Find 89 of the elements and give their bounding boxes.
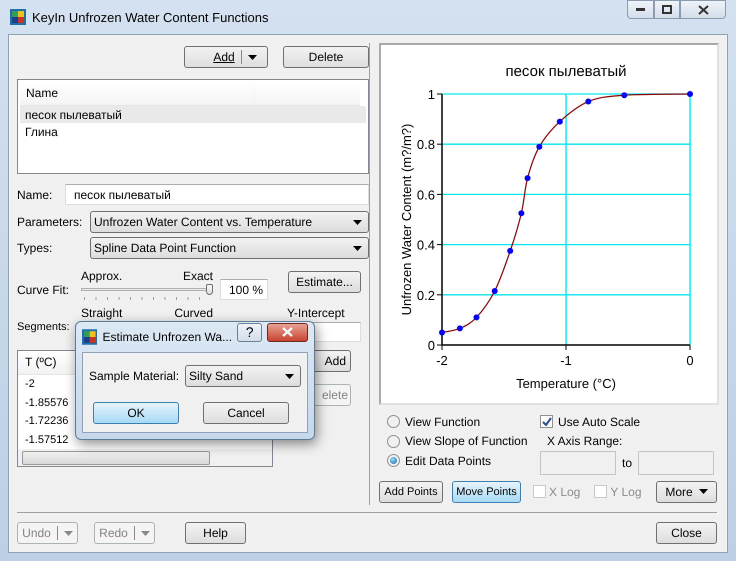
caret-icon xyxy=(698,489,708,494)
curve-fit-slider[interactable] xyxy=(81,284,213,302)
data-point[interactable] xyxy=(439,329,445,336)
data-point[interactable] xyxy=(507,248,514,254)
data-point[interactable] xyxy=(492,288,498,294)
tick-label: -2 xyxy=(436,353,448,368)
data-point[interactable] xyxy=(585,98,592,105)
app-icon xyxy=(10,9,26,25)
caret-icon xyxy=(248,54,257,60)
caret-icon xyxy=(353,220,362,224)
tick-label: 0.6 xyxy=(416,187,435,202)
tick-label: 0.2 xyxy=(416,288,435,303)
radio-button[interactable] xyxy=(387,434,400,448)
window-title: KeyIn Unfrozen Water Content Functions xyxy=(32,10,269,24)
cancel-button[interactable]: Cancel xyxy=(203,402,289,424)
field-label: Y-Intercept xyxy=(287,306,346,320)
close-icon[interactable] xyxy=(267,322,308,342)
mode-button[interactable]: Move Points xyxy=(452,480,521,502)
tick-label: 0 xyxy=(428,338,435,353)
data-point[interactable] xyxy=(473,314,480,320)
maximize-icon[interactable] xyxy=(654,0,680,19)
field-label: X Axis Range: xyxy=(547,434,624,448)
slider-label: Curved xyxy=(174,306,213,320)
data-point[interactable] xyxy=(518,210,524,216)
dialog-title: Estimate Unfrozen Wa... xyxy=(102,330,232,344)
field-label: Segments: xyxy=(17,321,71,333)
name-field[interactable]: песок пылеватый xyxy=(65,184,369,205)
data-point[interactable] xyxy=(556,118,563,125)
help-button[interactable]: Help xyxy=(185,522,246,544)
checkbox[interactable] xyxy=(540,415,553,428)
range-field[interactable] xyxy=(540,450,616,474)
close-icon[interactable] xyxy=(680,0,726,19)
data-point[interactable] xyxy=(524,175,531,182)
types-dropdown[interactable]: Spline Data Point Function xyxy=(90,237,369,259)
field-label: Types: xyxy=(17,241,54,255)
minimize-icon[interactable] xyxy=(627,0,654,19)
option-label: Edit Data Points xyxy=(405,454,492,468)
list-item[interactable]: Глина xyxy=(20,123,366,140)
field-label: to xyxy=(622,456,632,470)
delete-button[interactable]: Delete xyxy=(283,46,369,68)
mode-button[interactable]: Add Points xyxy=(379,480,443,502)
tick-label: 1 xyxy=(428,87,435,102)
option-label: Use Auto Scale xyxy=(558,414,640,429)
sample-material-dropdown[interactable]: Silty Sand xyxy=(185,365,302,387)
data-point[interactable] xyxy=(687,91,693,97)
chart-title: песок пылеватый xyxy=(505,63,627,80)
radio-button[interactable] xyxy=(387,415,400,428)
table-cell-text: -1.85576 xyxy=(25,396,68,411)
data-point[interactable] xyxy=(456,325,463,332)
more-button[interactable]: More xyxy=(656,480,717,502)
tick-label: 0.4 xyxy=(416,238,435,253)
caret-icon xyxy=(353,246,362,250)
slider-label: Approx. xyxy=(81,269,122,283)
tick-label: 0 xyxy=(686,353,694,368)
option-label: View Function xyxy=(405,414,480,429)
radio-button[interactable] xyxy=(387,454,400,468)
slider-label: Straight xyxy=(81,306,122,320)
slider-label: Exact xyxy=(182,269,213,283)
caret-icon xyxy=(64,530,73,536)
tick-label: 0.8 xyxy=(416,137,435,152)
range-field[interactable] xyxy=(638,450,714,474)
data-point[interactable] xyxy=(536,144,542,150)
curve-fit-field[interactable]: 100 % xyxy=(220,279,268,300)
field-label: Name: xyxy=(17,188,54,202)
data-point[interactable] xyxy=(621,92,628,98)
tick-label: -1 xyxy=(560,353,572,368)
add-button[interactable]: Add xyxy=(184,46,268,68)
axis-title: Temperature (°C) xyxy=(516,376,616,391)
close-button[interactable]: Close xyxy=(656,522,717,544)
ok-button[interactable]: OK xyxy=(93,402,179,424)
parameters-dropdown[interactable]: Unfrozen Water Content vs. Temperature xyxy=(90,211,369,233)
estimate-button[interactable]: Estimate... xyxy=(288,271,361,293)
app-icon xyxy=(82,329,98,345)
table-cell-text: -1.57512 xyxy=(25,432,68,448)
field-label: Sample Material: xyxy=(89,369,180,383)
caret-icon xyxy=(285,374,294,378)
table-cell-text: -1.72236 xyxy=(25,414,68,430)
list-item[interactable]: песок пылеватый xyxy=(20,106,366,123)
table-cell-text: -2 xyxy=(25,376,35,392)
checkmark-icon xyxy=(542,417,552,426)
option-label: Y Log xyxy=(610,484,642,498)
field-label: Curve Fit: xyxy=(17,283,70,297)
caret-icon xyxy=(140,530,150,536)
axis-title: Unfrozen Water Content (m?/m?) xyxy=(399,124,414,316)
help-button[interactable]: ? xyxy=(237,322,262,342)
field-label: Parameters: xyxy=(17,215,84,229)
option-label: X Log xyxy=(549,484,580,498)
scrollbar[interactable] xyxy=(18,449,272,466)
option-label: View Slope of Function xyxy=(405,434,528,448)
